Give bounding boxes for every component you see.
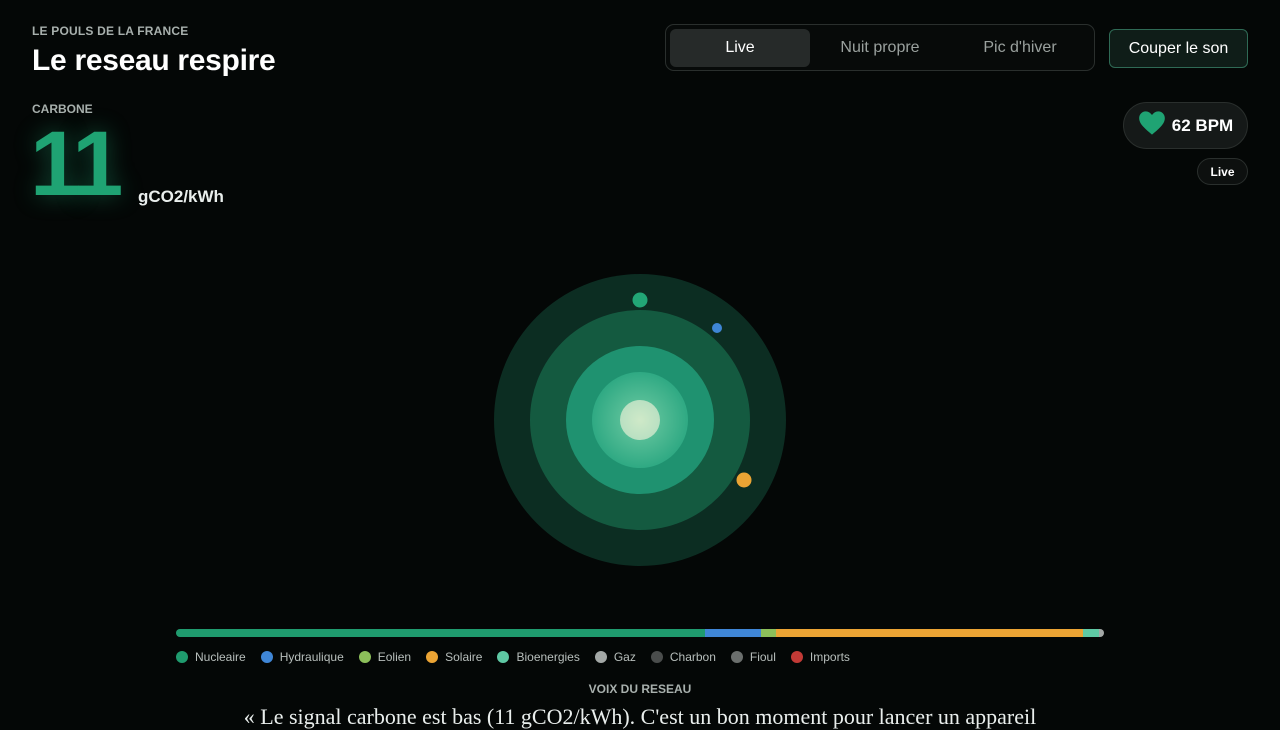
heart-icon (1138, 110, 1166, 141)
legend-item-bioenergies: Bioenergies (497, 650, 580, 664)
carbon-value: 11 (30, 113, 123, 215)
orbit-dot-nucleaire (632, 292, 648, 308)
orbit-dot-solaire (736, 472, 752, 488)
mode-tab-nuit-propre[interactable]: Nuit propre (810, 29, 950, 67)
legend-label: Fioul (749, 650, 776, 664)
legend-label: Eolien (377, 650, 412, 664)
legend-item-imports: Imports (790, 650, 850, 664)
legend-item-solaire: Solaire (426, 650, 482, 664)
legend-item-hydraulique: Hydraulique (260, 650, 344, 664)
heart-rate-pill: 62 BPM (1123, 102, 1248, 149)
mix-segment-bioenergies (1082, 629, 1100, 637)
legend-item-charbon: Charbon (650, 650, 716, 664)
grid-orb-visualization (494, 274, 786, 566)
energy-mix-bar (176, 629, 1104, 637)
legend-dot (260, 651, 273, 663)
legend-label: Hydraulique (279, 650, 344, 664)
orb-core (620, 400, 660, 440)
legend-dot (730, 651, 743, 663)
orbit-dot-hydraulique (712, 323, 722, 333)
page-title: Le reseau respire (32, 44, 276, 77)
mute-button[interactable]: Couper le son (1109, 29, 1248, 68)
legend-dot (497, 651, 510, 663)
mix-segment-hydraulique (704, 629, 761, 637)
mix-segment-gaz (1099, 629, 1104, 637)
legend-item-gaz: Gaz (594, 650, 636, 664)
eyebrow-label: LE POULS DE LA FRANCE (32, 24, 189, 38)
legend-dot (594, 651, 607, 663)
legend-item-fioul: Fioul (730, 650, 776, 664)
legend-item-eolien: Eolien (358, 650, 412, 664)
legend-dot (358, 651, 371, 663)
legend-dot (650, 651, 663, 663)
legend-dot (426, 651, 439, 663)
legend-label: Bioenergies (516, 650, 580, 664)
legend-dot (790, 651, 803, 663)
mix-segment-eolien (760, 629, 777, 637)
legend-label: Nucleaire (195, 650, 246, 664)
mix-segment-nucleaire (176, 629, 705, 637)
legend-dot (176, 651, 188, 663)
legend-item-nucleaire: Nucleaire (176, 650, 246, 664)
legend-label: Imports (809, 650, 850, 664)
mode-selector: Live Nuit propre Pic d'hiver (665, 24, 1095, 71)
energy-legend: Nucleaire Hydraulique Eolien Solaire Bio… (176, 650, 850, 664)
bpm-text: 62 BPM (1171, 115, 1234, 135)
mode-tab-live[interactable]: Live (670, 28, 810, 67)
legend-label: Solaire (445, 650, 483, 664)
carbon-unit: gCO2/kWh (138, 187, 224, 206)
legend-label: Gaz (613, 650, 636, 664)
live-badge: Live (1197, 158, 1248, 185)
mix-segment-solaire (776, 629, 1083, 637)
voice-text: « Le signal carbone est bas (11 gCO2/kWh… (243, 704, 1037, 729)
voice-label: VOIX DU RESEAU (588, 682, 692, 696)
mode-tab-pic-hiver[interactable]: Pic d'hiver (950, 29, 1090, 67)
legend-label: Charbon (669, 650, 716, 664)
